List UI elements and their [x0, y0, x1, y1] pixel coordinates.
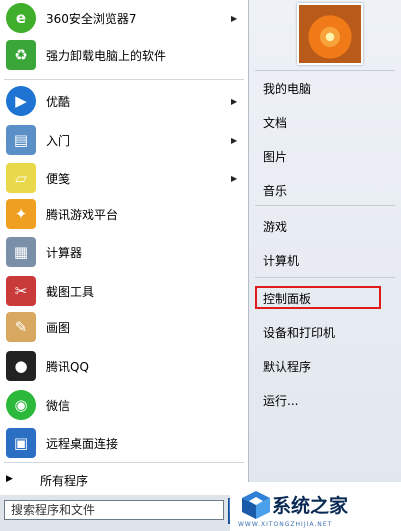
360-browser-icon: e — [6, 3, 36, 33]
program-item[interactable]: ◉ 微信 — [0, 386, 248, 424]
program-label: 优酷 — [46, 94, 71, 109]
watermark-logo-icon — [242, 491, 270, 519]
program-item[interactable]: ✦ 腾讯游戏平台 — [0, 195, 248, 233]
program-item[interactable]: ✎ 画图 — [0, 308, 248, 346]
qq-penguin-icon: ● — [6, 351, 36, 381]
search-input[interactable] — [4, 500, 224, 520]
submenu-arrow-icon: ▶ — [231, 13, 238, 23]
program-item[interactable]: ▱ 便笺 ▶ — [0, 159, 248, 197]
place-item[interactable]: 默认程序 — [263, 358, 311, 375]
calculator-icon: ▦ — [6, 237, 36, 267]
place-item[interactable]: 游戏 — [263, 218, 287, 235]
program-label: 计算器 — [46, 245, 83, 260]
watermark-url: WWW.XITONGZHIJIA.NET — [238, 521, 333, 528]
program-item[interactable]: e 360安全浏览器7 ▶ — [0, 0, 248, 37]
menu-separator — [4, 462, 244, 463]
remote-desktop-icon: ▣ — [6, 428, 36, 458]
program-label: 远程桌面连接 — [46, 436, 119, 451]
all-programs-item[interactable] — [0, 466, 248, 492]
wechat-icon: ◉ — [6, 390, 36, 420]
program-label: 腾讯QQ — [46, 359, 89, 374]
user-avatar[interactable] — [297, 3, 363, 65]
all-programs-arrow-icon: ▶ — [6, 474, 13, 484]
place-item[interactable]: 图片 — [263, 148, 287, 165]
youku-icon: ▶ — [6, 86, 36, 116]
getting-started-icon: ▤ — [6, 125, 36, 155]
submenu-arrow-icon: ▶ — [231, 96, 238, 106]
place-item[interactable]: 我的电脑 — [263, 80, 311, 97]
program-label: 强力卸载电脑上的软件 — [46, 48, 167, 63]
uninstall-icon: ♻ — [6, 40, 36, 70]
submenu-arrow-icon: ▶ — [231, 173, 238, 183]
paint-icon: ✎ — [6, 312, 36, 342]
program-item[interactable]: ▦ 计算器 — [0, 233, 248, 271]
program-label: 截图工具 — [46, 284, 95, 299]
submenu-arrow-icon: ▶ — [231, 135, 238, 145]
places-pane — [249, 0, 401, 495]
sticky-notes-icon: ▱ — [6, 163, 36, 193]
program-label: 腾讯游戏平台 — [46, 207, 119, 222]
tencent-games-icon: ✦ — [6, 199, 36, 229]
programs-pane: e 360安全浏览器7 ▶ ♻ 强力卸载电脑上的软件 ▶ 优酷 ▶ ▤ 入门 ▶ ▱ 便笺 ▶ ✦ 腾讯游戏平… — [0, 0, 249, 495]
program-item[interactable]: ✂ 截图工具 — [0, 272, 248, 310]
snipping-tool-icon: ✂ — [6, 276, 36, 306]
program-label: 360安全浏览器7 — [46, 11, 137, 26]
places-separator — [255, 277, 395, 278]
all-programs-label: 所有程序 — [40, 474, 89, 488]
program-label: 微信 — [46, 398, 71, 413]
menu-separator — [4, 79, 244, 80]
place-item[interactable]: 设备和打印机 — [263, 324, 335, 341]
program-label: 入门 — [46, 133, 71, 148]
program-item[interactable]: ● 腾讯QQ — [0, 347, 248, 385]
place-item[interactable]: 计算机 — [263, 252, 299, 269]
places-separator — [255, 205, 395, 206]
program-item[interactable]: ▶ 优酷 ▶ — [0, 82, 248, 120]
program-item[interactable]: ▤ 入门 ▶ — [0, 121, 248, 159]
place-item[interactable]: 运行... — [263, 392, 298, 409]
program-item[interactable]: ♻ 强力卸载电脑上的软件 — [0, 36, 248, 74]
program-label: 画图 — [46, 320, 71, 335]
place-item[interactable]: 文档 — [263, 114, 287, 131]
program-item[interactable]: ▣ 远程桌面连接 — [0, 424, 248, 462]
place-item[interactable]: 音乐 — [263, 182, 287, 199]
program-label: 便笺 — [46, 171, 71, 186]
places-separator — [255, 70, 395, 71]
watermark-text: 系统之家 — [272, 495, 349, 517]
control-panel-highlight-box — [255, 286, 381, 309]
